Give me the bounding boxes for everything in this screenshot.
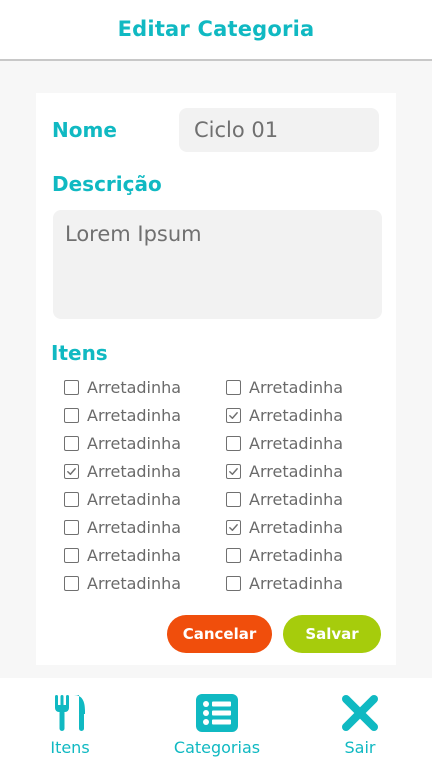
checkbox[interactable] (226, 575, 241, 591)
nav-item-sair[interactable]: Sair (330, 678, 390, 768)
item-checkbox-row[interactable]: Arretadinha (226, 545, 343, 565)
item-checkbox-row[interactable]: Arretadinha (64, 377, 181, 397)
checkbox[interactable] (64, 519, 79, 535)
item-checkbox-label: Arretadinha (87, 377, 182, 397)
item-checkbox-label: Arretadinha (87, 489, 182, 509)
item-checkbox-row[interactable]: Arretadinha (64, 433, 181, 453)
edit-category-form: Nome Ciclo 01 Descrição Lorem Ipsum Iten… (36, 93, 396, 665)
item-checkbox-row[interactable]: Arretadinha (226, 517, 343, 537)
name-label: Nome (52, 118, 117, 142)
nav-label-sair: Sair (344, 738, 376, 757)
item-checkbox-row[interactable]: Arretadinha (64, 573, 181, 593)
checkbox[interactable] (64, 435, 79, 451)
item-checkbox-label: Arretadinha (249, 517, 344, 537)
item-checkbox-label: Arretadinha (249, 433, 344, 453)
item-checkbox-row[interactable]: Arretadinha (226, 433, 343, 453)
item-checkbox-row[interactable]: Arretadinha (64, 461, 181, 481)
checkbox-checked[interactable] (226, 407, 241, 423)
nav-item-categorias[interactable]: Categorias (160, 678, 274, 768)
app-header: Editar Categoria (0, 0, 432, 61)
item-checkbox-row[interactable]: Arretadinha (64, 405, 181, 425)
checkbox-checked[interactable] (226, 463, 241, 479)
item-checkbox-row[interactable]: Arretadinha (226, 573, 343, 593)
description-textarea-value: Lorem Ipsum (65, 222, 202, 246)
checkbox[interactable] (64, 407, 79, 423)
item-checkbox-row[interactable]: Arretadinha (226, 405, 343, 425)
item-checkbox-label: Arretadinha (249, 573, 344, 593)
item-checkbox-label: Arretadinha (249, 377, 344, 397)
checkbox-checked[interactable] (226, 519, 241, 535)
checkbox[interactable] (64, 547, 79, 563)
close-icon (341, 694, 379, 732)
checkbox[interactable] (64, 575, 79, 591)
checkbox[interactable] (226, 547, 241, 563)
item-checkbox-label: Arretadinha (87, 517, 182, 537)
item-checkbox-label: Arretadinha (87, 545, 182, 565)
check-icon (229, 411, 238, 419)
item-checkbox-label: Arretadinha (249, 489, 344, 509)
items-label: Itens (51, 341, 108, 365)
cancel-button[interactable]: Cancelar (167, 615, 272, 653)
item-checkbox-label: Arretadinha (87, 573, 182, 593)
checkbox[interactable] (64, 379, 79, 395)
item-checkbox-row[interactable]: Arretadinha (226, 461, 343, 481)
nav-label-categorias: Categorias (173, 738, 261, 757)
bottom-navigation: Itens Categorias Sair (0, 678, 432, 768)
page-title: Editar Categoria (117, 16, 315, 41)
item-checkbox-label: Arretadinha (87, 405, 182, 425)
item-checkbox-label: Arretadinha (249, 545, 344, 565)
nav-label-itens: Itens (50, 738, 90, 757)
checkbox[interactable] (226, 491, 241, 507)
check-icon (67, 467, 76, 475)
description-label: Descrição (52, 172, 162, 196)
name-input-value: Ciclo 01 (194, 118, 279, 142)
item-checkbox-label: Arretadinha (87, 433, 182, 453)
checkbox[interactable] (64, 491, 79, 507)
name-input[interactable]: Ciclo 01 (179, 108, 379, 152)
checkbox-checked[interactable] (64, 463, 79, 479)
description-textarea[interactable]: Lorem Ipsum (53, 210, 382, 319)
item-checkbox-label: Arretadinha (249, 461, 344, 481)
check-icon (229, 467, 238, 475)
check-icon (229, 523, 238, 531)
nav-item-itens[interactable]: Itens (40, 678, 100, 768)
checkbox[interactable] (226, 435, 241, 451)
item-checkbox-row[interactable]: Arretadinha (226, 489, 343, 509)
item-checkbox-label: Arretadinha (87, 461, 182, 481)
item-checkbox-row[interactable]: Arretadinha (64, 545, 181, 565)
item-checkbox-label: Arretadinha (249, 405, 344, 425)
item-checkbox-row[interactable]: Arretadinha (64, 489, 181, 509)
item-checkbox-row[interactable]: Arretadinha (226, 377, 343, 397)
checkbox[interactable] (226, 379, 241, 395)
list-icon (195, 694, 239, 732)
item-checkbox-row[interactable]: Arretadinha (64, 517, 181, 537)
save-button[interactable]: Salvar (283, 615, 381, 653)
utensils-icon (54, 694, 86, 732)
